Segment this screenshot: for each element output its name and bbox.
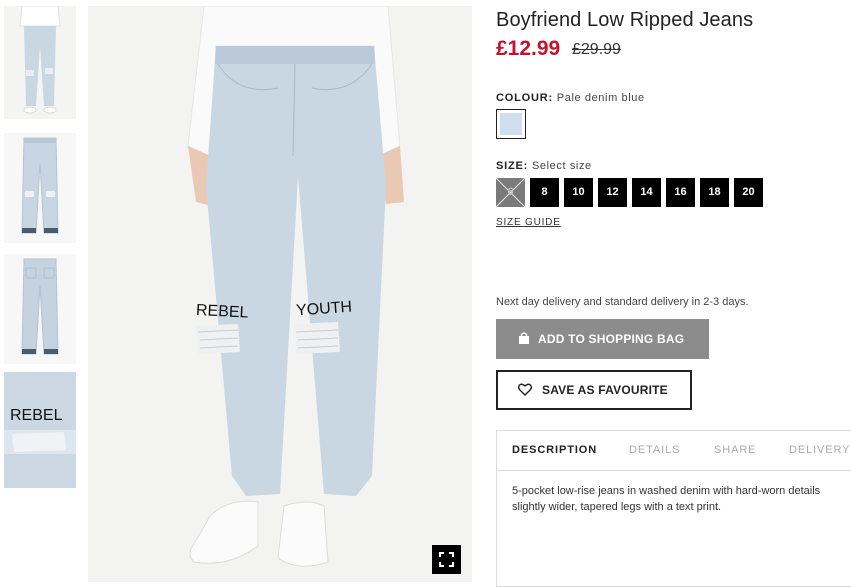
product-tabs: DESCRIPTION DETAILS SHARE DELIVERY 5-poc… [496,430,851,587]
size-option-label: 12 [606,186,619,198]
thumbnail-print-detail[interactable]: REBEL [4,372,76,488]
size-option[interactable]: 20 [734,178,763,207]
add-to-bag-button[interactable]: ADD TO SHOPPING BAG [496,319,709,359]
colour-value: Pale denim blue [556,92,645,104]
tab-share[interactable]: SHARE [714,444,756,456]
size-option[interactable]: 18 [700,178,729,207]
fullscreen-button[interactable] [432,545,461,574]
sale-price: £12.99 [496,37,561,60]
save-favourite-button[interactable]: SAVE AS FAVOURITE [496,370,692,410]
size-option[interactable]: 16 [666,178,695,207]
thumbnail-back-flat[interactable] [4,254,76,364]
description-line: 5-pocket low-rise jeans in washed denim … [512,485,821,497]
tab-delivery[interactable]: DELIVERY [789,444,850,456]
original-price: £29.99 [572,41,621,58]
colour-heading: COLOUR: Pale denim blue [496,92,645,104]
colour-label: COLOUR: [496,92,553,104]
size-option-label: 16 [674,186,687,198]
size-option-label: 14 [640,186,653,198]
delivery-info: Next day delivery and standard delivery … [496,296,749,308]
size-heading: SIZE: Select size [496,160,592,172]
thumb-print-text: REBEL [10,407,63,424]
fullscreen-icon [439,552,454,567]
thumbnail-front-full[interactable] [4,6,76,119]
size-label: SIZE: [496,160,529,172]
tab-description[interactable]: DESCRIPTION [512,444,597,456]
size-guide-link[interactable]: SIZE GUIDE [496,217,561,228]
size-option[interactable]: 8 [530,178,559,207]
shopping-bag-icon [519,332,529,344]
size-option[interactable]: 14 [632,178,661,207]
heart-icon [518,383,532,396]
tab-bar: DESCRIPTION DETAILS SHARE DELIVERY [497,431,851,471]
save-favourite-label: SAVE AS FAVOURITE [542,383,668,397]
size-option[interactable]: 6 [496,178,525,207]
size-option-label: 20 [742,186,755,198]
size-option[interactable]: 12 [598,178,627,207]
description-line: slightly wider, tapered legs with a text… [512,501,722,513]
tab-details[interactable]: DETAILS [629,444,680,456]
product-title: Boyfriend Low Ripped Jeans [496,9,754,31]
size-value: Select size [531,160,592,172]
size-option[interactable]: 10 [564,178,593,207]
left-knee-print-text: REBEL [196,302,249,322]
size-option-label: 18 [708,186,721,198]
size-option-label: 8 [541,186,548,198]
thumbnail-front-flat[interactable] [4,133,76,243]
main-product-image: REBEL YOUTH [88,6,472,582]
colour-swatch-fill [500,113,522,135]
add-to-bag-label: ADD TO SHOPPING BAG [538,332,685,346]
size-option-label: 10 [572,186,585,198]
description-text: 5-pocket low-rise jeans in washed denim … [512,483,851,515]
size-option-label: 6 [507,186,514,198]
colour-swatch[interactable] [496,109,526,139]
